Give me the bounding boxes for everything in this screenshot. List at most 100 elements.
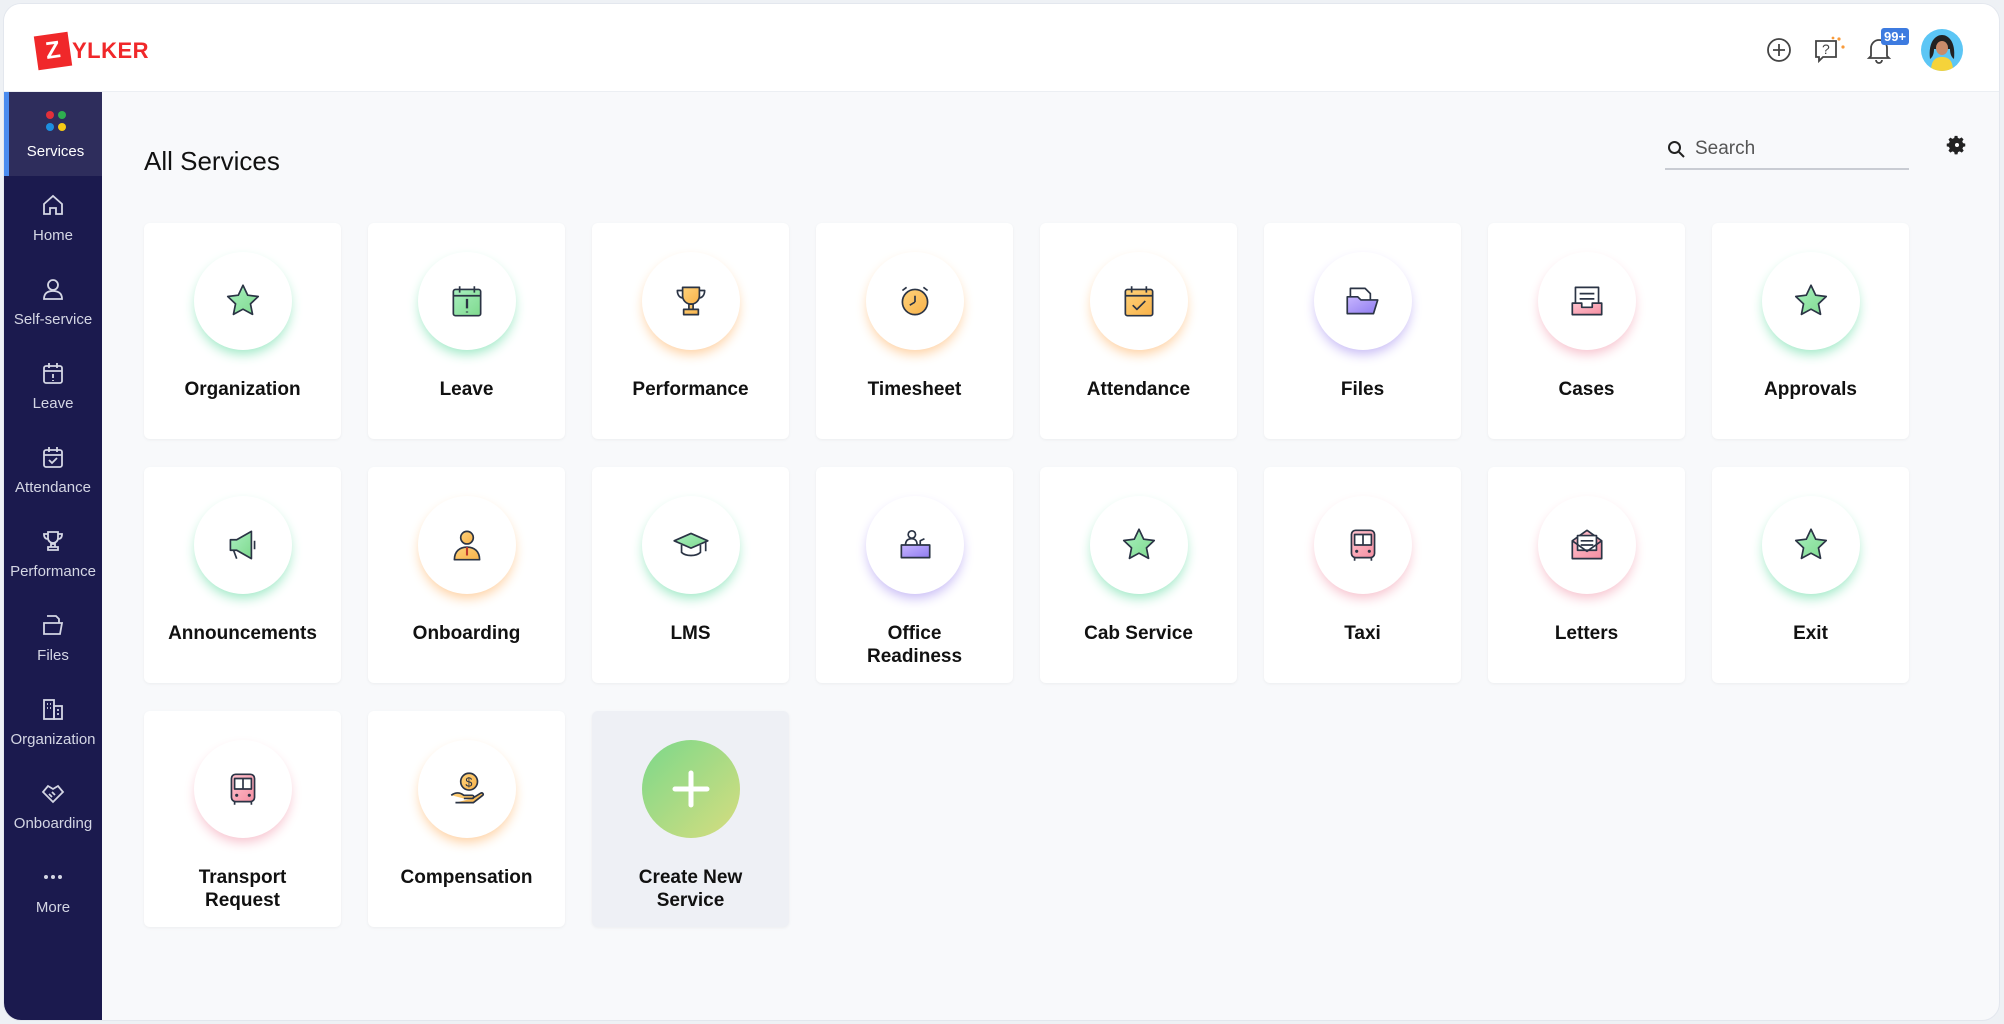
service-card-performance[interactable]: Performance xyxy=(592,223,789,439)
sidebar-item-leave[interactable]: Leave xyxy=(4,344,102,428)
service-icon-circle xyxy=(417,496,516,594)
sidebar-item-files[interactable]: Files xyxy=(4,596,102,680)
sidebar-item-label: Leave xyxy=(32,394,74,412)
service-label: Taxi xyxy=(1344,623,1381,644)
sidebar-item-onboarding[interactable]: Onboarding xyxy=(4,764,102,848)
service-card-organization[interactable]: Organization xyxy=(144,223,341,439)
service-card-cases[interactable]: Cases xyxy=(1488,223,1685,439)
sidebar-item-self-service[interactable]: Self-service xyxy=(4,260,102,344)
service-label: Announcements xyxy=(168,623,317,644)
sidebar-item-label: Performance xyxy=(10,562,96,580)
service-icon-circle xyxy=(193,740,292,838)
service-label: Files xyxy=(1340,379,1385,400)
settings-gear-icon[interactable] xyxy=(1946,134,1968,161)
service-card-announcements[interactable]: Announcements xyxy=(144,467,341,683)
service-label: LMS xyxy=(670,623,711,644)
inbox-icon xyxy=(1570,286,1603,316)
service-icon-circle xyxy=(1313,496,1412,594)
service-card-letters[interactable]: Letters xyxy=(1488,467,1685,683)
sidebar-item-label: Organization xyxy=(10,730,96,748)
service-label: Office Readiness xyxy=(866,623,963,667)
sidebar-item-services[interactable]: Services xyxy=(4,92,102,176)
sidebar-item-label: Onboarding xyxy=(13,814,93,832)
service-icon-circle xyxy=(865,252,964,350)
cal-alert-icon xyxy=(452,286,481,317)
service-label: Transport Request xyxy=(198,867,287,911)
sidebar-item-more[interactable]: More xyxy=(4,848,102,932)
service-icon-circle: $ xyxy=(417,740,516,838)
svg-text:?: ? xyxy=(1822,41,1830,57)
service-card-attendance[interactable]: Attendance xyxy=(1040,223,1237,439)
folder-icon xyxy=(1345,287,1379,315)
service-card-transport-request[interactable]: Transport Request xyxy=(144,711,341,927)
service-card-compensation[interactable]: $ Compensation xyxy=(368,711,565,927)
service-icon-circle xyxy=(1089,252,1188,350)
megaphone-icon xyxy=(229,530,255,560)
plus-icon xyxy=(672,770,709,808)
service-card-exit[interactable]: Exit xyxy=(1712,467,1909,683)
app-window: Z YLKER ? 99+ Services Home Self-service Le… xyxy=(3,3,2000,1021)
service-label: Exit xyxy=(1793,623,1828,644)
calendar-check-icon xyxy=(41,445,65,479)
service-icon-circle xyxy=(193,496,292,594)
service-card-cab-service[interactable]: Cab Service xyxy=(1040,467,1237,683)
service-icon-circle xyxy=(1761,496,1860,594)
star-icon xyxy=(1122,528,1155,560)
service-label: Leave xyxy=(439,379,494,400)
service-card-approvals[interactable]: Approvals xyxy=(1712,223,1909,439)
zylker-logo[interactable]: Z YLKER xyxy=(33,31,150,71)
sidebar-item-home[interactable]: Home xyxy=(4,176,102,260)
trophy-icon xyxy=(41,529,65,563)
star-icon xyxy=(1794,284,1827,316)
service-label: Organization xyxy=(184,379,301,400)
service-card-taxi[interactable]: Taxi xyxy=(1264,467,1461,683)
service-card-office-readiness[interactable]: Office Readiness xyxy=(816,467,1013,683)
service-icon-circle xyxy=(641,496,740,594)
trophy-icon xyxy=(676,286,705,316)
search-input[interactable]: Search xyxy=(1665,130,1909,170)
service-icon-circle xyxy=(1089,496,1188,594)
service-label: Approvals xyxy=(1764,379,1857,400)
service-icon-circle xyxy=(1761,252,1860,350)
service-label: Compensation xyxy=(400,867,533,888)
service-icon-circle xyxy=(641,252,740,350)
add-icon[interactable] xyxy=(1763,34,1795,66)
page-title: All Services xyxy=(144,146,280,176)
logo-mark: Z xyxy=(33,31,73,71)
sidebar-item-attendance[interactable]: Attendance xyxy=(4,428,102,512)
star-icon xyxy=(226,284,259,316)
create-new-service-button[interactable]: Create New Service xyxy=(592,711,789,927)
sidebar-item-label: Home xyxy=(32,226,73,244)
service-label: Attendance xyxy=(1086,379,1191,400)
notification-bell-icon[interactable]: 99+ xyxy=(1863,28,1910,66)
search-icon xyxy=(1668,141,1685,158)
home-icon xyxy=(41,193,65,227)
service-icon-circle xyxy=(1313,252,1412,350)
service-card-timesheet[interactable]: Timesheet xyxy=(816,223,1013,439)
folder-icon xyxy=(41,613,65,647)
service-card-leave[interactable]: Leave xyxy=(368,223,565,439)
sidebar-item-organization[interactable]: Organization xyxy=(4,680,102,764)
sidebar-item-label: Attendance xyxy=(15,478,91,496)
help-icon[interactable]: ? xyxy=(1813,34,1845,66)
service-card-lms[interactable]: LMS xyxy=(592,467,789,683)
service-label: Onboarding xyxy=(412,623,521,644)
star-icon xyxy=(1794,528,1827,560)
bus-icon xyxy=(1350,529,1375,561)
notification-badge: 99+ xyxy=(1881,28,1910,45)
service-card-onboarding[interactable]: Onboarding xyxy=(368,467,565,683)
service-card-files[interactable]: Files xyxy=(1264,223,1461,439)
svg-text:$: $ xyxy=(465,775,472,789)
sidebar-item-label: Self-service xyxy=(13,310,93,328)
sidebar-item-performance[interactable]: Performance xyxy=(4,512,102,596)
user-icon xyxy=(41,277,65,311)
service-label: Cases xyxy=(1558,379,1615,400)
building-icon xyxy=(41,697,65,731)
avatar[interactable] xyxy=(1921,29,1963,71)
top-header: Z YLKER ? 99+ xyxy=(4,4,1999,92)
search-placeholder: Search xyxy=(1695,138,1756,159)
logo-text: YLKER xyxy=(72,38,150,63)
service-label: Performance xyxy=(632,379,749,400)
service-icon-circle xyxy=(865,496,964,594)
service-label: Cab Service xyxy=(1084,623,1193,644)
